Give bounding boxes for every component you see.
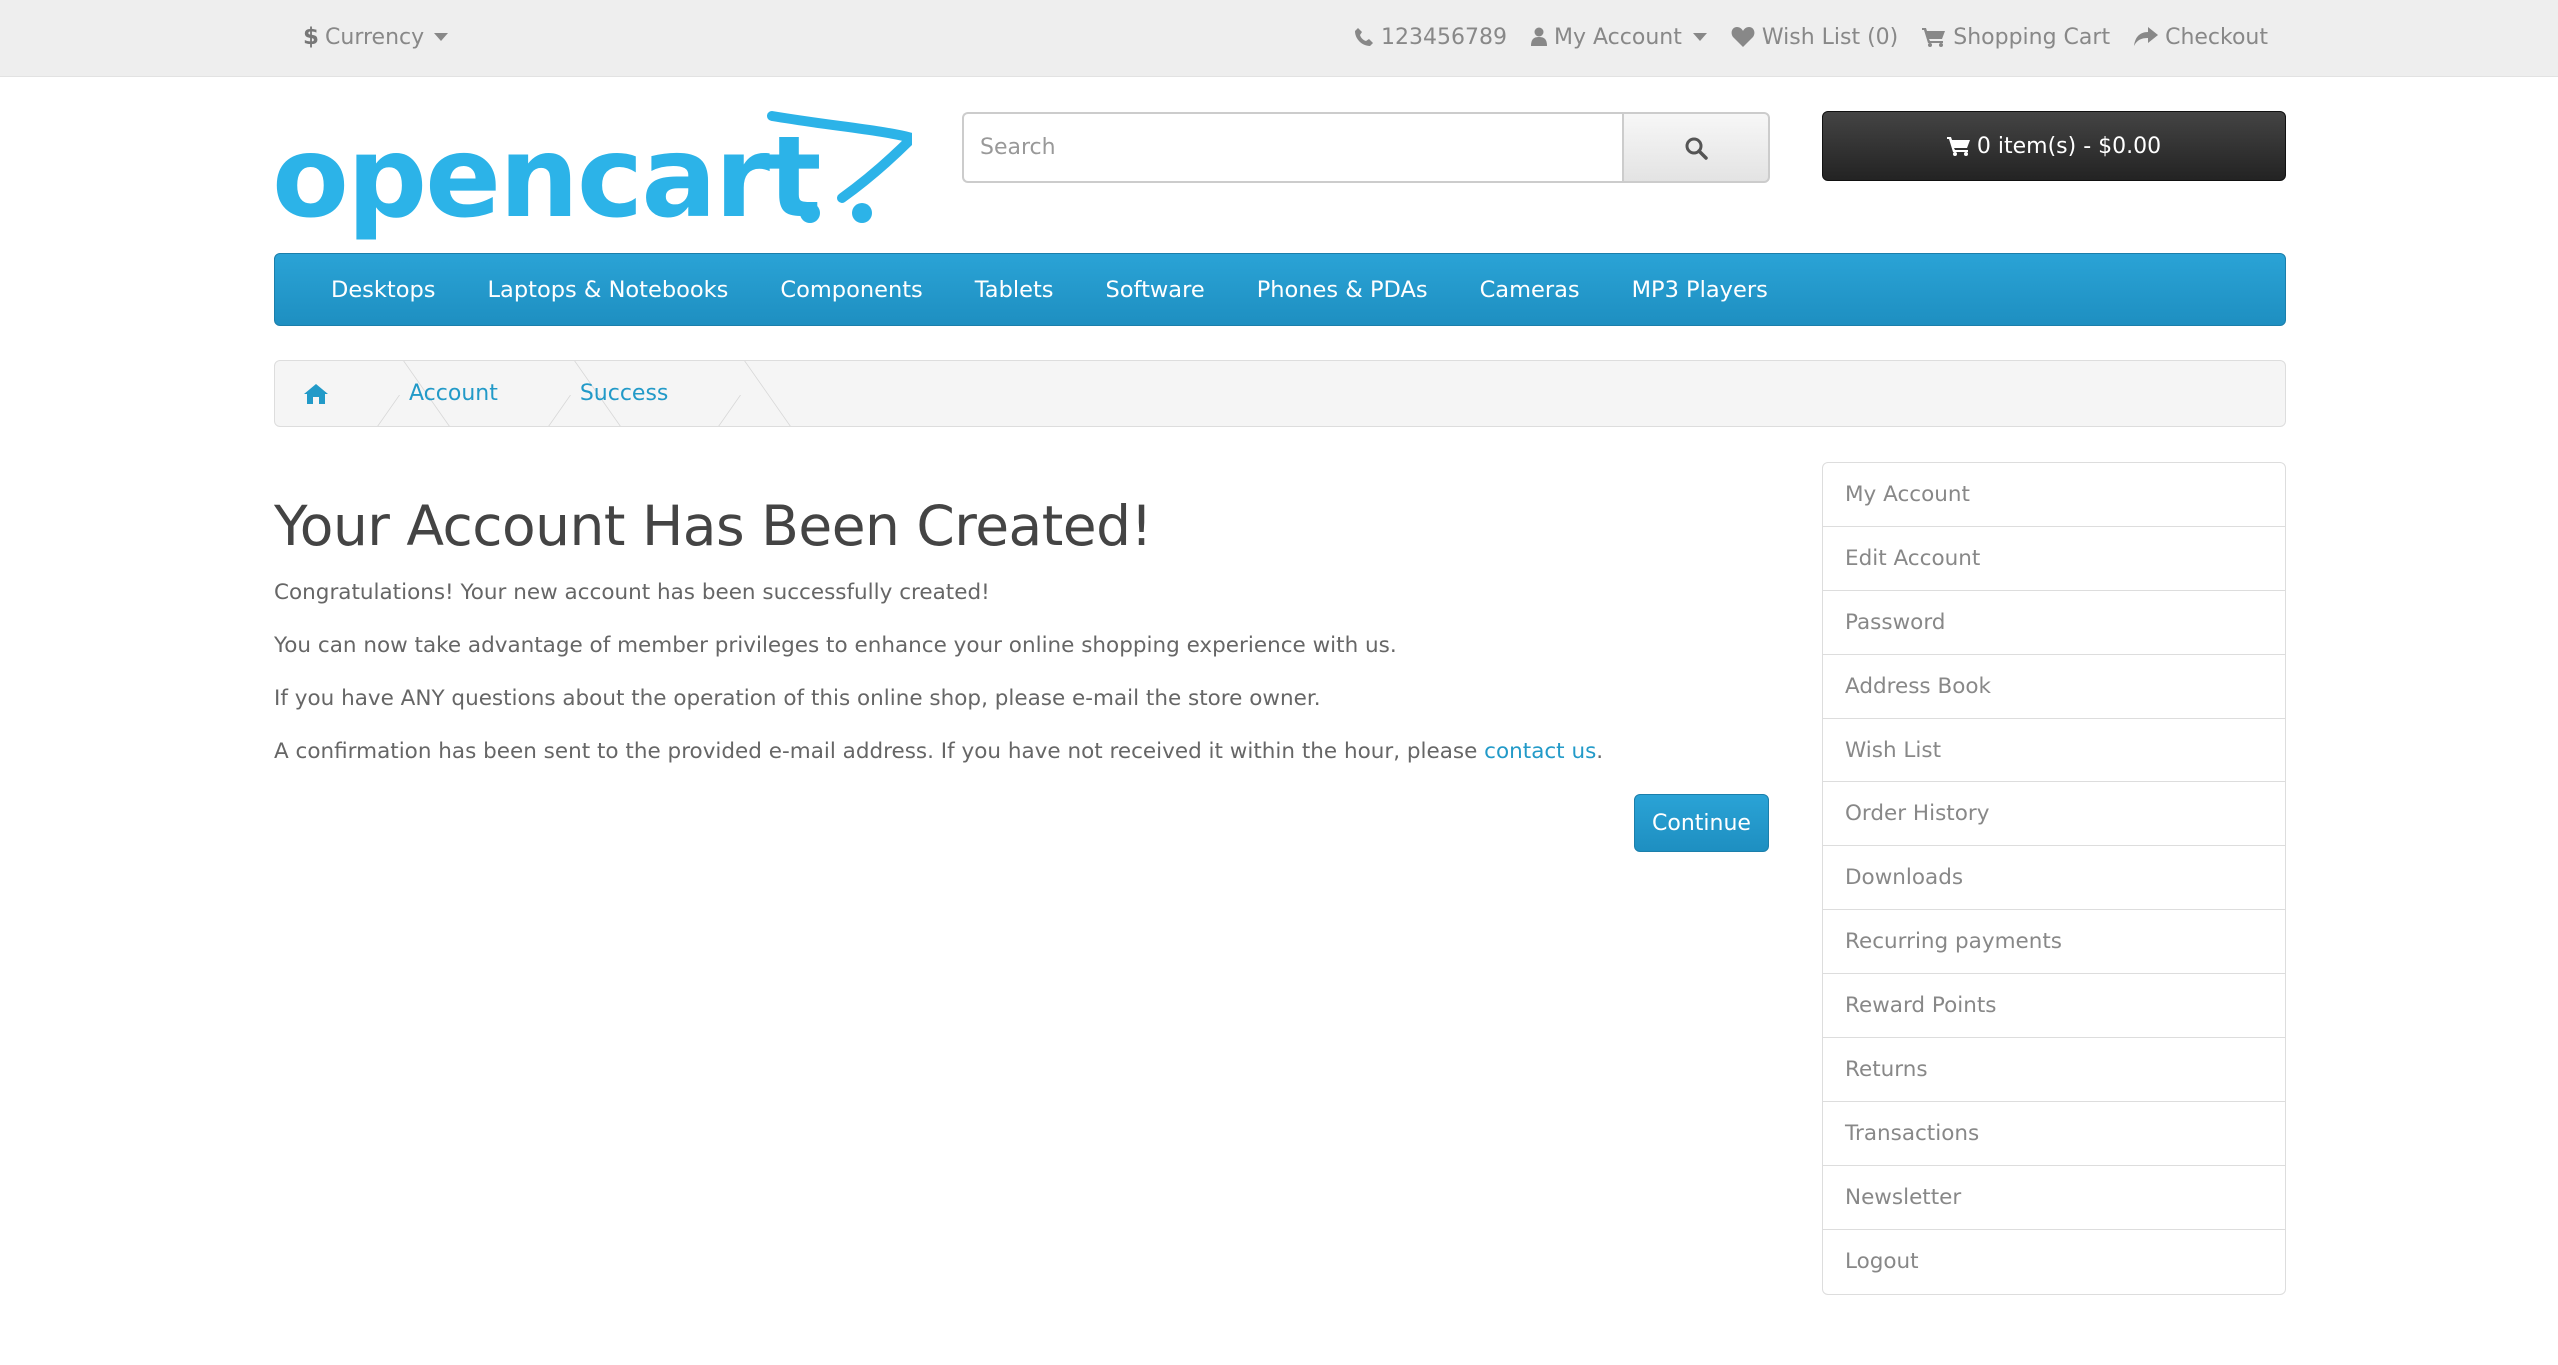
wishlist-link[interactable]: Wish List (0) (1731, 25, 1898, 50)
sidebar-item-newsletter[interactable]: Newsletter (1823, 1166, 2285, 1230)
message-confirmation: A confirmation has been sent to the prov… (274, 737, 1770, 767)
menu-item-software[interactable]: Software (1080, 277, 1231, 303)
phone-link[interactable]: 123456789 (1354, 25, 1507, 50)
main-content: Your Account Has Been Created! Congratul… (274, 470, 1770, 790)
cart-total: 0 item(s) - $0.00 (1976, 133, 2162, 159)
menu-item-desktops[interactable]: Desktops (305, 277, 462, 303)
search-input[interactable] (962, 112, 1622, 183)
sidebar-item-order-history[interactable]: Order History (1823, 782, 2285, 847)
sidebar-item-wish-list[interactable]: Wish List (1823, 719, 2285, 783)
search-bar (962, 112, 1770, 183)
menu-item-cameras[interactable]: Cameras (1454, 277, 1606, 303)
chevron-down-icon (434, 33, 449, 41)
cart-icon (1946, 137, 1970, 156)
menu-item-tablets[interactable]: Tablets (949, 277, 1080, 303)
page-title: Your Account Has Been Created! (274, 494, 1153, 558)
top-bar: $ Currency 123456789 My Account Wish Lis… (0, 0, 2558, 77)
sidebar-item-my-account[interactable]: My Account (1823, 463, 2285, 527)
cart-button[interactable]: 0 item(s) - $0.00 (1822, 111, 2286, 181)
home-icon (304, 383, 328, 404)
sidebar-item-logout[interactable]: Logout (1823, 1230, 2285, 1294)
currency-label: Currency (325, 24, 425, 50)
search-icon (1685, 137, 1708, 160)
menu-item-phones[interactable]: Phones & PDAs (1231, 277, 1454, 303)
sidebar-item-returns[interactable]: Returns (1823, 1038, 2285, 1102)
message-questions: If you have ANY questions about the oper… (274, 686, 1321, 711)
phone-icon (1355, 28, 1374, 46)
message-privileges: You can now take advantage of member pri… (274, 633, 1397, 658)
confirmation-period: . (1596, 739, 1604, 764)
logo-text: opencart (272, 113, 820, 240)
my-account-dropdown[interactable]: My Account (1531, 25, 1707, 50)
menu-item-components[interactable]: Components (754, 277, 948, 303)
top-links: 123456789 My Account Wish List (0) Shopp… (1354, 0, 2268, 74)
user-icon (1531, 27, 1548, 46)
breadcrumb-separator (528, 361, 550, 426)
menu-item-laptops[interactable]: Laptops & Notebooks (462, 277, 755, 303)
phone-number: 123456789 (1381, 24, 1508, 50)
breadcrumb: Account Success (274, 360, 2286, 427)
heart-icon (1731, 27, 1755, 47)
cart-icon (1922, 28, 1946, 47)
shopping-cart-link[interactable]: Shopping Cart (1922, 25, 2110, 50)
currency-symbol: $ (303, 24, 320, 50)
menu-item-mp3-players[interactable]: MP3 Players (1606, 277, 1794, 303)
wishlist-label: Wish List (0) (1761, 24, 1899, 50)
opencart-logo[interactable]: opencart (272, 110, 912, 240)
continue-button[interactable]: Continue (1634, 794, 1769, 852)
my-account-label: My Account (1554, 24, 1682, 50)
breadcrumb-separator (698, 361, 720, 426)
breadcrumb-separator (357, 361, 379, 426)
sidebar-item-recurring-payments[interactable]: Recurring payments (1823, 910, 2285, 975)
message-congratulations: Congratulations! Your new account has be… (274, 580, 990, 605)
currency-dropdown[interactable]: $ Currency (303, 0, 449, 74)
logo-cart-wheel (852, 203, 872, 223)
sidebar-item-address-book[interactable]: Address Book (1823, 655, 2285, 719)
share-icon (2134, 27, 2159, 46)
checkout-label: Checkout (2165, 24, 2268, 50)
search-button[interactable] (1622, 112, 1770, 183)
confirmation-text: A confirmation has been sent to the prov… (274, 739, 1485, 764)
sidebar-item-downloads[interactable]: Downloads (1823, 846, 2285, 911)
chevron-down-icon (1692, 33, 1707, 41)
category-menu: Desktops Laptops & Notebooks Components … (274, 253, 2286, 326)
sidebar-item-edit-account[interactable]: Edit Account (1823, 527, 2285, 591)
account-sidebar: My Account Edit Account Password Address… (1822, 462, 2286, 1295)
sidebar-item-password[interactable]: Password (1823, 591, 2285, 655)
sidebar-item-transactions[interactable]: Transactions (1823, 1102, 2285, 1166)
contact-us-link[interactable]: contact us (1484, 739, 1596, 764)
checkout-link[interactable]: Checkout (2134, 25, 2268, 50)
logo-cart-wheel (800, 203, 820, 223)
sidebar-item-reward-points[interactable]: Reward Points (1823, 974, 2285, 1039)
shopping-cart-label: Shopping Cart (1953, 24, 2111, 50)
